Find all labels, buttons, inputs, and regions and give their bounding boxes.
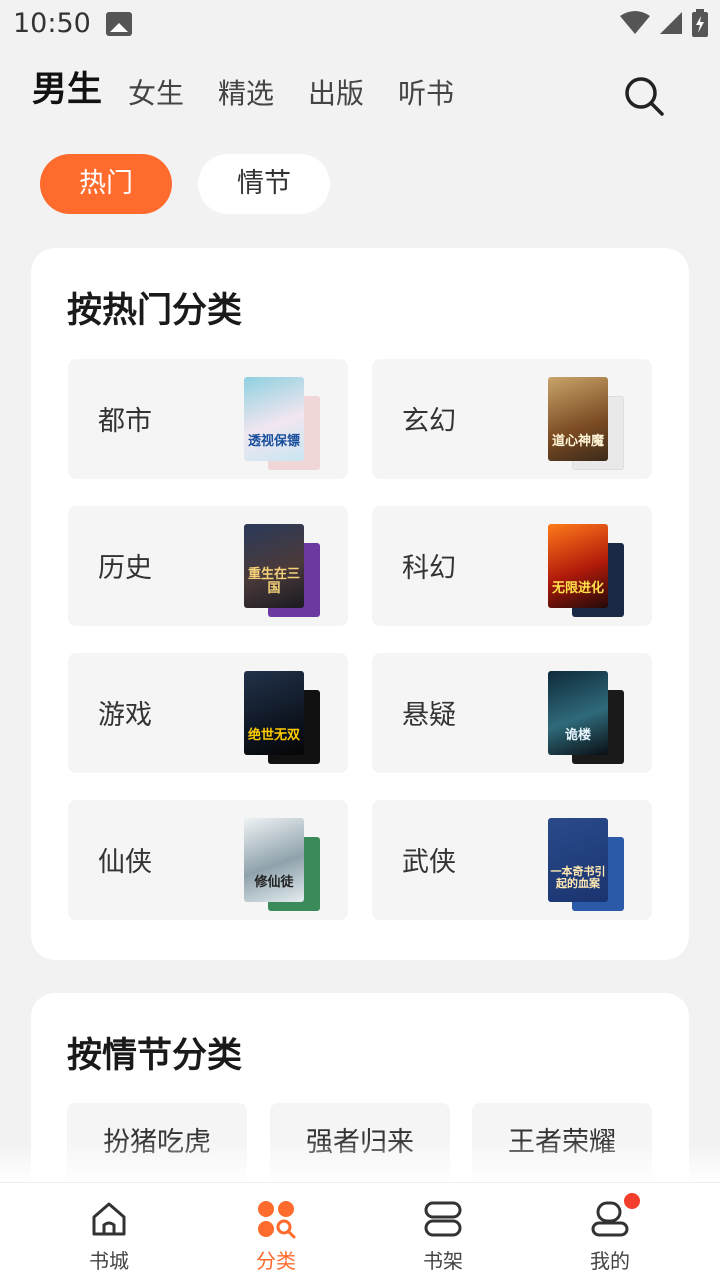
status-bar: 10:50 xyxy=(0,0,720,48)
plot-section-title: 按情节分类 xyxy=(67,1036,243,1076)
wifi-icon xyxy=(620,11,650,34)
nav-category[interactable]: 分类 xyxy=(216,1183,336,1280)
battery-icon xyxy=(692,9,708,37)
nav-label: 书架 xyxy=(423,1249,463,1273)
category-wuxia[interactable]: 武侠 一本奇书引起的血案 xyxy=(372,800,652,920)
hot-section-title: 按热门分类 xyxy=(67,291,243,331)
category-label: 历史 xyxy=(98,553,152,584)
category-urban[interactable]: 都市 透视保镖 xyxy=(68,359,348,479)
category-label: 科幻 xyxy=(402,553,456,584)
category-mystery[interactable]: 悬疑 诡楼 xyxy=(372,653,652,773)
category-fantasy[interactable]: 玄幻 道心神魔 xyxy=(372,359,652,479)
category-label: 仙侠 xyxy=(98,847,152,878)
status-icons xyxy=(620,9,708,37)
tab-male[interactable]: 男生 xyxy=(32,70,102,110)
category-history[interactable]: 历史 重生在三国 xyxy=(68,506,348,626)
scroll-fade xyxy=(0,1140,720,1182)
book-cover: 透视保镖 xyxy=(244,377,304,461)
status-time: 10:50 xyxy=(13,8,91,39)
nav-profile[interactable]: 我的 xyxy=(550,1183,670,1280)
nav-label: 分类 xyxy=(256,1249,296,1273)
top-nav: 男生 女生 精选 出版 听书 xyxy=(0,60,720,126)
book-cover: 修仙徒 xyxy=(244,818,304,902)
bottom-nav: 书城 分类 书架 我的 xyxy=(0,1182,720,1280)
category-game[interactable]: 游戏 绝世无双 xyxy=(68,653,348,773)
nav-label: 书城 xyxy=(89,1249,129,1273)
category-scifi[interactable]: 科幻 无限进化 xyxy=(372,506,652,626)
category-label: 玄幻 xyxy=(402,406,456,437)
tab-publish[interactable]: 出版 xyxy=(308,74,364,114)
book-cover: 一本奇书引起的血案 xyxy=(548,818,608,902)
category-label: 都市 xyxy=(98,406,152,437)
tab-female[interactable]: 女生 xyxy=(128,74,184,114)
book-cover: 道心神魔 xyxy=(548,377,608,461)
home-icon xyxy=(92,1202,126,1236)
category-label: 游戏 xyxy=(98,700,152,731)
category-label: 悬疑 xyxy=(402,700,456,731)
bookshelf-icon xyxy=(424,1201,462,1237)
hot-category-card: 按热门分类 都市 透视保镖 玄幻 道心神魔 历史 重生在三国 科幻 无限进化 游… xyxy=(31,248,689,960)
pill-hot[interactable]: 热门 xyxy=(40,154,172,214)
category-label: 武侠 xyxy=(402,847,456,878)
book-cover: 绝世无双 xyxy=(244,671,304,755)
notification-dot xyxy=(624,1193,640,1209)
image-notification-icon xyxy=(106,12,132,36)
tab-featured[interactable]: 精选 xyxy=(218,74,274,114)
tab-audiobook[interactable]: 听书 xyxy=(398,74,454,114)
book-cover: 诡楼 xyxy=(548,671,608,755)
category-icon xyxy=(258,1201,296,1239)
pill-plot[interactable]: 情节 xyxy=(198,154,330,214)
nav-bookshelf[interactable]: 书架 xyxy=(383,1183,503,1280)
category-xianxia[interactable]: 仙侠 修仙徒 xyxy=(68,800,348,920)
profile-icon xyxy=(591,1201,629,1237)
book-cover: 重生在三国 xyxy=(244,524,304,608)
nav-label: 我的 xyxy=(590,1249,630,1273)
nav-bookstore[interactable]: 书城 xyxy=(49,1183,169,1280)
search-icon[interactable] xyxy=(620,72,668,120)
book-cover: 无限进化 xyxy=(548,524,608,608)
signal-icon xyxy=(660,12,682,34)
